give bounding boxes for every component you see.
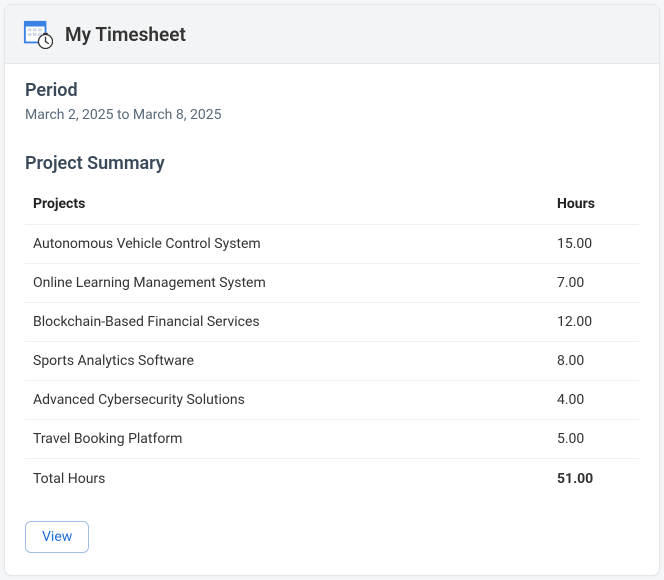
table-row: Travel Booking Platform 5.00 (25, 420, 639, 459)
project-hours: 12.00 (549, 303, 639, 342)
project-name: Sports Analytics Software (25, 342, 549, 381)
table-header-row: Projects Hours (25, 184, 639, 225)
total-row: Total Hours 51.00 (25, 459, 639, 500)
view-button[interactable]: View (25, 521, 89, 553)
project-hours: 15.00 (549, 225, 639, 264)
card-body: Period March 2, 2025 to March 8, 2025 Pr… (5, 64, 659, 575)
card-title: My Timesheet (65, 23, 186, 46)
period-value: March 2, 2025 to March 8, 2025 (25, 107, 639, 123)
col-projects: Projects (25, 184, 549, 225)
project-hours: 7.00 (549, 264, 639, 303)
project-name: Advanced Cybersecurity Solutions (25, 381, 549, 420)
footer-actions: View (25, 521, 639, 553)
project-name: Blockchain-Based Financial Services (25, 303, 549, 342)
project-summary-title: Project Summary (25, 153, 639, 174)
table-row: Online Learning Management System 7.00 (25, 264, 639, 303)
project-name: Online Learning Management System (25, 264, 549, 303)
table-row: Sports Analytics Software 8.00 (25, 342, 639, 381)
project-hours: 5.00 (549, 420, 639, 459)
project-hours: 8.00 (549, 342, 639, 381)
project-name: Travel Booking Platform (25, 420, 549, 459)
period-label: Period (25, 80, 639, 101)
table-row: Advanced Cybersecurity Solutions 4.00 (25, 381, 639, 420)
timesheet-icon (23, 19, 53, 49)
col-hours: Hours (549, 184, 639, 225)
table-row: Blockchain-Based Financial Services 12.0… (25, 303, 639, 342)
project-name: Autonomous Vehicle Control System (25, 225, 549, 264)
total-label: Total Hours (25, 459, 549, 500)
card-header: My Timesheet (5, 5, 659, 64)
project-summary-table: Projects Hours Autonomous Vehicle Contro… (25, 184, 639, 499)
table-body: Autonomous Vehicle Control System 15.00 … (25, 225, 639, 459)
table-row: Autonomous Vehicle Control System 15.00 (25, 225, 639, 264)
timesheet-card: My Timesheet Period March 2, 2025 to Mar… (4, 4, 660, 576)
total-hours: 51.00 (549, 459, 639, 500)
project-hours: 4.00 (549, 381, 639, 420)
